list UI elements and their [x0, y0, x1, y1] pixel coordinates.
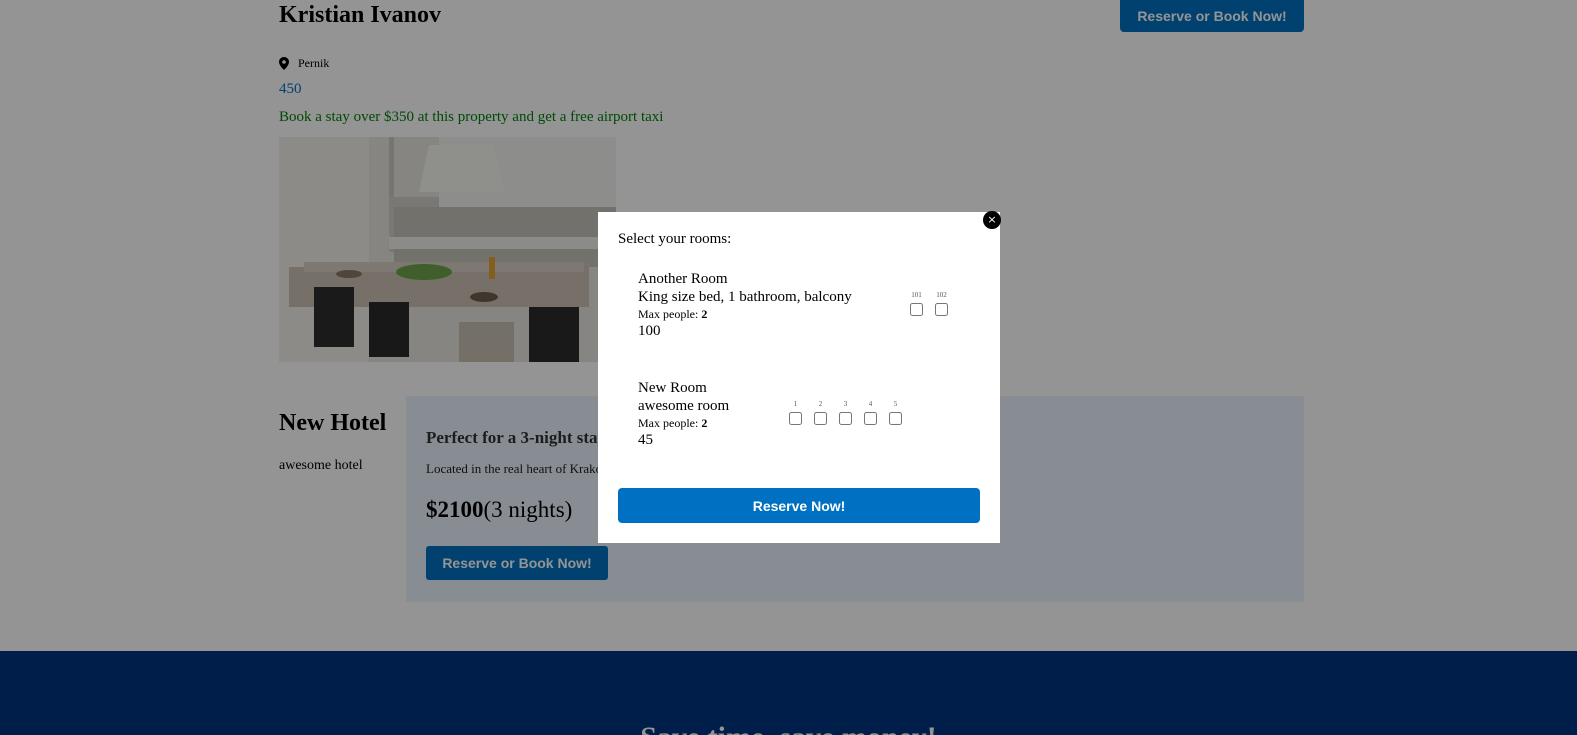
- page: Kristian Ivanov Reserve or Book Now! Per…: [0, 0, 1577, 735]
- close-icon[interactable]: ×: [983, 211, 1001, 229]
- room-number-checkbox[interactable]: [935, 303, 948, 316]
- room-number-label: 4: [868, 400, 873, 408]
- room-number-checkbox[interactable]: [789, 412, 802, 425]
- room-number-label: 102: [936, 291, 947, 299]
- reserve-now-button[interactable]: Reserve Now!: [618, 488, 980, 523]
- room-price: 100: [638, 323, 661, 339]
- room-number-label: 5: [893, 400, 898, 408]
- room-item: Another Room King size bed, 1 bathroom, …: [638, 270, 852, 340]
- room-max-people-value: 2: [701, 307, 708, 321]
- room-description: awesome room: [638, 398, 730, 414]
- room-number-checkbox[interactable]: [889, 412, 902, 425]
- room-numbers: 1 2 3 4 5: [783, 400, 908, 425]
- room-price: 45: [638, 432, 653, 448]
- room-number-option: 101: [904, 291, 929, 316]
- room-number-label: 3: [843, 400, 848, 408]
- room-numbers: 101 102: [904, 291, 954, 316]
- room-description: King size bed, 1 bathroom, balcony: [638, 289, 852, 305]
- room-number-checkbox[interactable]: [814, 412, 827, 425]
- room-title: New Room: [638, 380, 707, 396]
- room-number-option: 4: [858, 400, 883, 425]
- room-number-label: 2: [818, 400, 823, 408]
- room-title: Another Room: [638, 271, 728, 287]
- room-number-option: 5: [883, 400, 908, 425]
- modal-prompt: Select your rooms:: [618, 231, 732, 247]
- room-max-people: Max people: 2: [638, 307, 708, 321]
- room-selection-modal: Select your rooms: Another Room King siz…: [598, 212, 1000, 543]
- room-number-checkbox[interactable]: [864, 412, 877, 425]
- room-number-checkbox[interactable]: [839, 412, 852, 425]
- room-number-option: 1: [783, 400, 808, 425]
- room-number-option: 102: [929, 291, 954, 316]
- room-max-people: Max people: 2: [638, 416, 708, 430]
- room-max-people-value: 2: [701, 416, 708, 430]
- room-number-label: 101: [911, 291, 922, 299]
- room-number-label: 1: [793, 400, 798, 408]
- room-number-checkbox[interactable]: [910, 303, 923, 316]
- room-number-option: 3: [833, 400, 858, 425]
- room-item: New Room awesome room Max people: 2 45: [638, 379, 729, 449]
- room-number-option: 2: [808, 400, 833, 425]
